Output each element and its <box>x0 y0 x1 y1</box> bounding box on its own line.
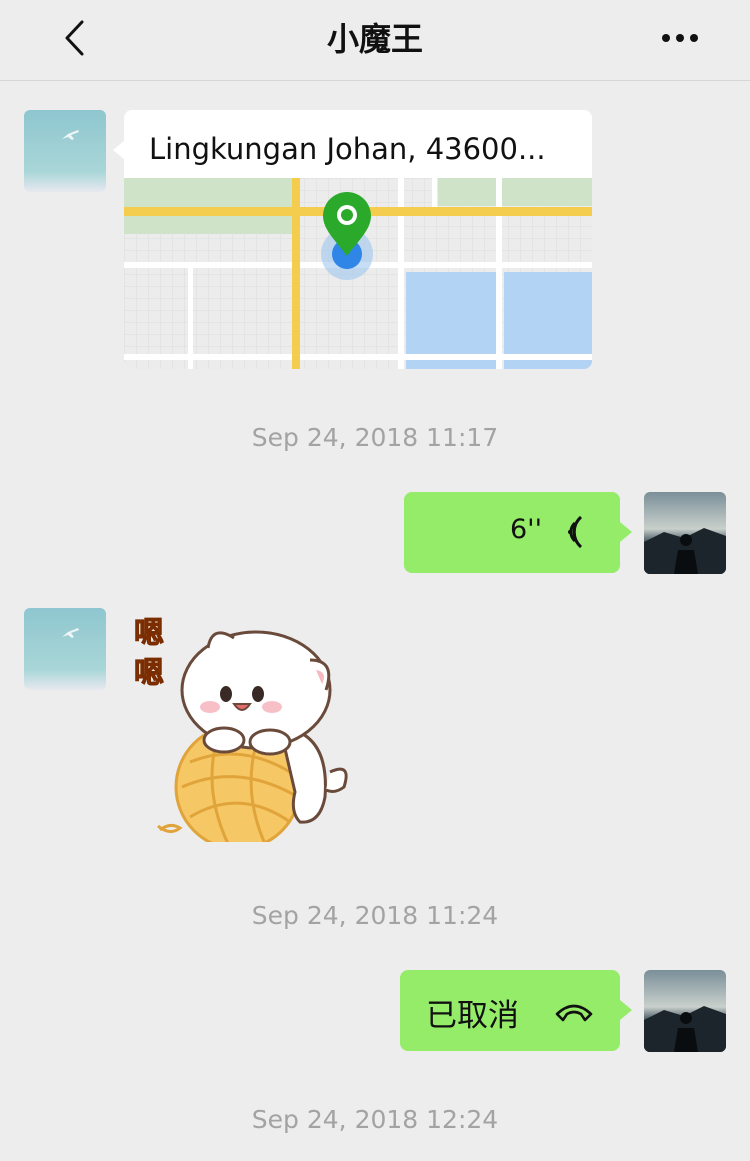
more-options-button[interactable] <box>660 26 704 50</box>
ellipsis-icon <box>662 34 698 42</box>
call-status: 已取消 <box>426 998 519 1034</box>
message-timestamp: Sep 24, 2018 12:24 <box>251 1105 499 1134</box>
voice-message[interactable]: 6'' <box>404 492 620 573</box>
voice-wave-icon <box>568 515 583 549</box>
my-avatar[interactable] <box>644 970 726 1052</box>
phone-hangup-icon <box>555 1004 593 1022</box>
voice-duration: 6'' <box>509 514 542 545</box>
my-avatar[interactable] <box>644 492 726 574</box>
message-timestamp: Sep 24, 2018 11:17 <box>251 423 499 452</box>
contact-avatar[interactable] <box>24 110 106 192</box>
message-timestamp: Sep 24, 2018 11:24 <box>251 901 499 930</box>
top-navigation-bar: 小魔王 <box>0 0 750 81</box>
bubble-tail <box>620 522 632 542</box>
location-message[interactable]: Lingkungan Johan, 43600... <box>124 110 592 369</box>
contact-avatar[interactable] <box>24 608 106 690</box>
location-title: Lingkungan Johan, 43600... <box>149 132 546 166</box>
bubble-tail <box>620 1000 632 1020</box>
sticker-caption: 嗯嗯 <box>134 616 166 692</box>
chat-title: 小魔王 <box>326 20 423 58</box>
call-message[interactable]: 已取消 <box>400 970 620 1051</box>
map-thumbnail <box>124 178 592 369</box>
